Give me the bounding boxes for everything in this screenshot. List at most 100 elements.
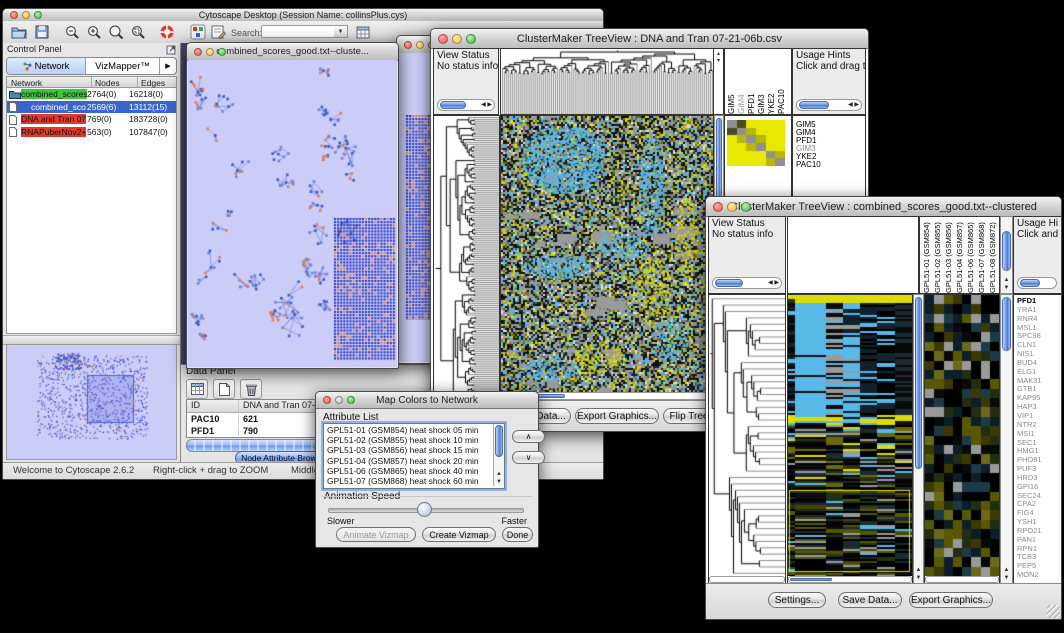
network1-view[interactable] <box>188 60 397 367</box>
scroll-arrows-icon[interactable]: ◀ ▶ <box>481 101 492 108</box>
tab-overflow-button[interactable]: ▶ <box>160 58 176 74</box>
import-table-icon[interactable] <box>355 24 371 40</box>
tv2-button[interactable]: Export Graphics... <box>909 592 993 608</box>
scroll-down-icon[interactable]: ▼ <box>1001 575 1012 582</box>
attribute-list-item[interactable]: GPL51-01 (GSM854) heat shock 05 min <box>324 425 492 435</box>
open-icon[interactable] <box>11 24 27 40</box>
done-button[interactable]: Done <box>502 527 533 542</box>
attribute-new-icon[interactable] <box>213 379 235 399</box>
tv2-column-label[interactable]: GPL51-07 (GSM868) <box>977 217 988 293</box>
scroll-up-icon[interactable]: ▲ <box>914 567 923 574</box>
col-id[interactable]: ID <box>187 400 239 412</box>
animation-slider-thumb[interactable] <box>417 502 432 517</box>
scroll-down-icon[interactable]: ▼ <box>1001 285 1012 292</box>
scroll-up-icon[interactable]: ▲ <box>494 471 504 478</box>
tv2-list-vscrollbar[interactable]: ▲ ▼ <box>1000 294 1013 584</box>
scroll-arrows-icon[interactable]: ◀ ▶ <box>848 101 859 108</box>
tv2-zoom-heatmap[interactable] <box>925 295 999 576</box>
maximize-icon[interactable] <box>218 48 226 56</box>
resize-grip[interactable] <box>1047 605 1060 618</box>
close-icon[interactable] <box>10 11 18 19</box>
maximize-icon[interactable] <box>741 202 751 212</box>
treeview2-titlebar[interactable]: ClusterMaker TreeView : combined_scores_… <box>706 197 1061 217</box>
maximize-icon[interactable] <box>466 34 476 44</box>
minimize-icon[interactable] <box>416 41 424 49</box>
tv2-heatmap-vscrollbar[interactable]: ▲ ▼ <box>913 294 924 584</box>
tv2-tree-hscrollbar[interactable] <box>709 576 785 583</box>
zoom-out-icon[interactable] <box>64 24 80 40</box>
tv2-gene-label[interactable]: MON2 <box>1014 571 1061 580</box>
tv2-column-label[interactable]: GPL51-02 (GSM855) <box>933 217 944 293</box>
move-up-button[interactable]: ∧ <box>512 430 545 443</box>
scroll-arrows-icon[interactable]: ◀ ▶ <box>768 279 779 286</box>
network1-canvas[interactable] <box>188 60 397 366</box>
tv1-zoom-heatmap[interactable] <box>727 120 785 166</box>
tv1-hints-hscrollbar[interactable]: ◀ ▶ <box>796 99 862 111</box>
tv1-global-heatmap[interactable] <box>501 116 713 393</box>
tv1-status-hscrollbar[interactable]: ◀ ▶ <box>437 99 495 111</box>
network-row[interactable]: combined_sco2569(6)13112(15) <box>7 101 176 114</box>
tv2-labels-vscrollbar[interactable]: ▲ ▼ <box>1000 216 1013 294</box>
tv2-button[interactable]: Save Data... <box>838 592 902 608</box>
help-ring-icon[interactable] <box>159 24 175 40</box>
tv2-column-label[interactable]: GPL51-08 (GSM872) <box>988 217 999 293</box>
attribute-list-item[interactable]: GPL51-02 (GSM855) heat shock 10 min <box>324 435 492 445</box>
tv2-column-label[interactable]: GPL51-04 (GSM857) <box>955 217 966 293</box>
close-icon[interactable] <box>713 202 723 212</box>
tab-network[interactable]: Network <box>7 58 86 74</box>
tv1-row-dendrogram[interactable] <box>434 116 499 400</box>
col-nodes[interactable]: Nodes <box>92 77 138 87</box>
search-input[interactable] <box>261 25 335 38</box>
minimize-icon[interactable] <box>22 11 30 19</box>
scroll-down-icon[interactable]: ▼ <box>494 479 504 486</box>
treeview1-titlebar[interactable]: ClusterMaker TreeView : DNA and Tran 07-… <box>431 29 868 49</box>
annotation-icon[interactable] <box>210 24 226 40</box>
close-icon[interactable] <box>194 48 202 56</box>
attribute-list-item[interactable]: GPL51-07 (GSM868) heat shock 60 min <box>324 476 492 486</box>
minimize-icon[interactable] <box>206 48 214 56</box>
tv1-button[interactable]: Export Graphics... <box>575 408 659 424</box>
network-row[interactable]: combined_scores2764(0)16218(0) <box>7 88 176 101</box>
zoom-fit-icon[interactable] <box>108 24 124 40</box>
tab-vizmapper[interactable]: VizMapper™ <box>86 58 160 74</box>
network-row[interactable]: DNA and Tran 07769(0)183728(0) <box>7 113 176 126</box>
scroll-down-icon[interactable]: ▼ <box>914 575 923 582</box>
scroll-up-icon[interactable]: ▲ <box>1001 277 1012 284</box>
attribute-list-item[interactable]: GPL51-06 (GSM865) heat shock 40 min <box>324 466 492 476</box>
close-icon[interactable] <box>404 41 412 49</box>
col-edges[interactable]: Edges <box>138 77 176 87</box>
network1-titlebar[interactable]: combined_scores_good.txt--cluste... <box>187 43 398 61</box>
tv2-row-dendrogram[interactable] <box>709 295 785 576</box>
attribute-list-vscrollbar[interactable]: ▲ ▼ <box>493 424 504 486</box>
tv1-column-label[interactable]: GIM4 <box>737 49 747 114</box>
tv1-column-label[interactable]: GIM5 <box>727 49 737 114</box>
close-icon[interactable] <box>323 396 331 404</box>
dialog-titlebar[interactable]: Map Colors to Network <box>316 392 538 409</box>
birdseye-canvas[interactable] <box>7 345 175 446</box>
search-dropdown-icon[interactable]: ▼ <box>334 25 348 38</box>
tv2-status-hscrollbar[interactable]: ◀ ▶ <box>712 277 782 289</box>
zoom-selected-icon[interactable] <box>130 24 146 40</box>
vizmapper-icon[interactable] <box>190 24 206 40</box>
zoom-in-icon[interactable] <box>86 24 102 40</box>
attribute-delete-icon[interactable] <box>240 379 262 399</box>
float-panel-icon[interactable] <box>166 45 176 55</box>
tv1-gene-label[interactable]: PAC10 <box>793 161 865 169</box>
tv2-column-label[interactable]: GPL51-01 (GSM854) <box>922 217 933 293</box>
animate-vizmap-button[interactable]: Animate Vizmap <box>336 527 416 542</box>
tv2-button[interactable]: Settings... <box>768 592 826 608</box>
maximize-icon[interactable] <box>347 396 355 404</box>
birdseye-view[interactable] <box>6 344 177 460</box>
tv1-column-label[interactable]: GIM3 <box>757 49 767 114</box>
attribute-list-item[interactable]: GPL51-03 (GSM856) heat shock 15 min <box>324 445 492 455</box>
scroll-up-icon[interactable]: ▲ <box>1001 567 1012 574</box>
save-icon[interactable] <box>34 24 50 40</box>
minimize-icon[interactable] <box>727 202 737 212</box>
tv2-heatmap-hscrollbar[interactable] <box>788 576 912 583</box>
tv1-column-label[interactable]: PAC10 <box>777 49 787 114</box>
attribute-table-icon[interactable] <box>186 379 208 399</box>
attribute-list-item[interactable]: GPL51-04 (GSM857) heat shock 20 min <box>324 456 492 466</box>
tv2-global-heatmap[interactable] <box>788 295 912 576</box>
network-row[interactable]: RNAPuberNov2+563(0)107847(0) <box>7 126 176 139</box>
attribute-listbox[interactable]: GPL51-01 (GSM854) heat shock 05 minGPL51… <box>323 423 505 489</box>
